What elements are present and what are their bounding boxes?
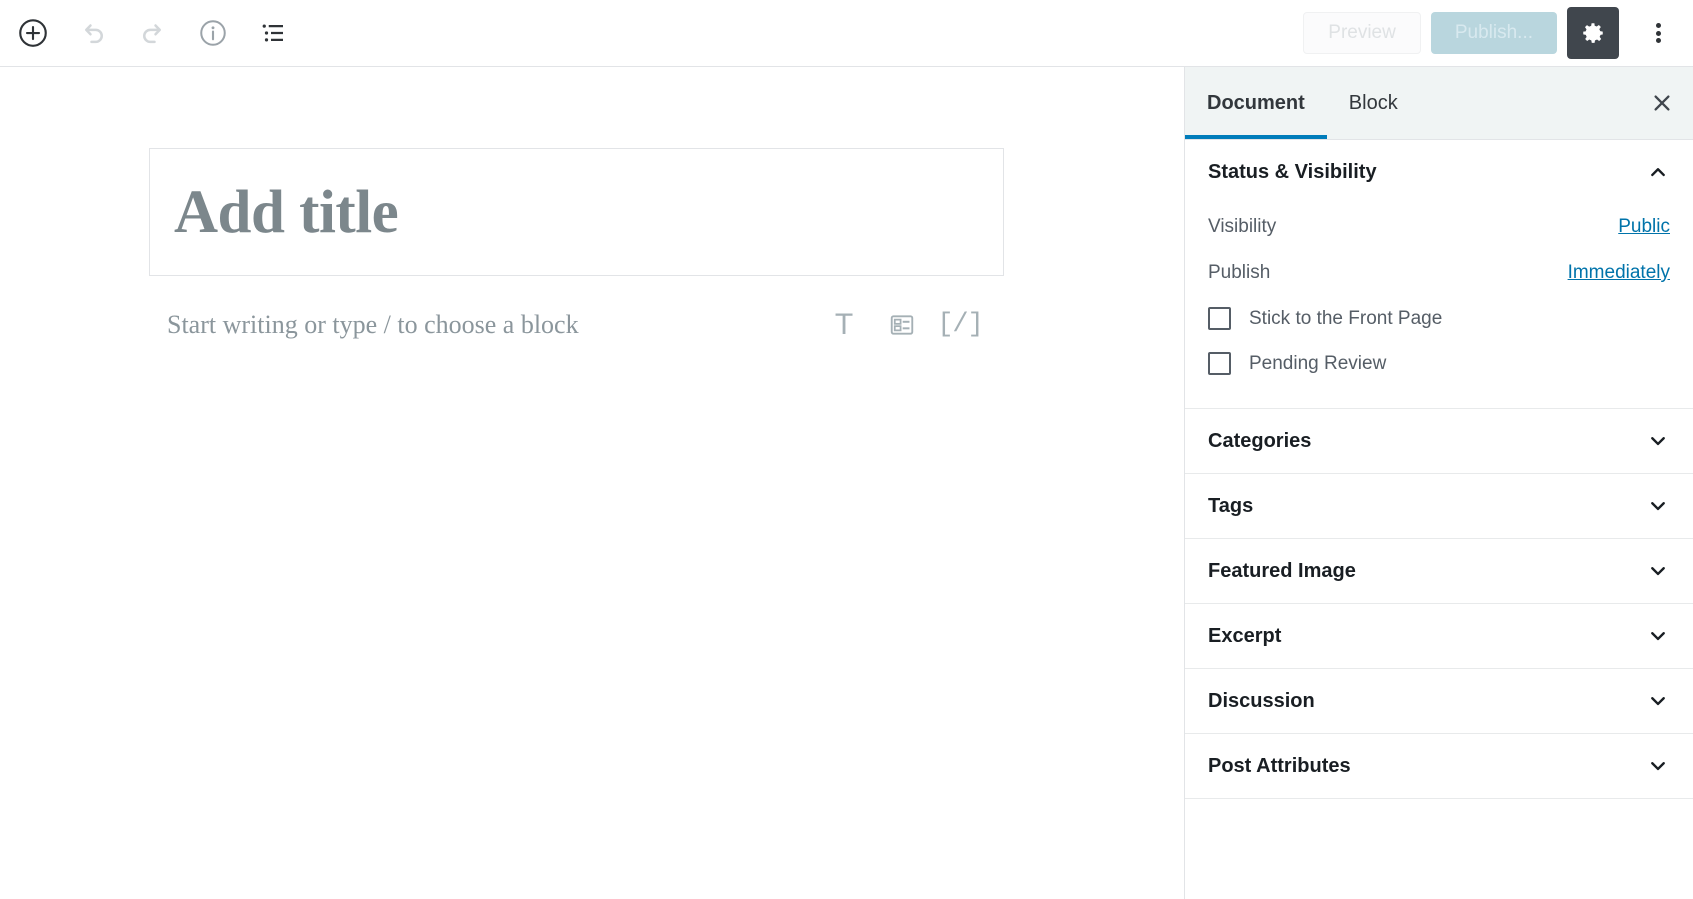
section-status-visibility-header[interactable]: Status & Visibility <box>1185 140 1693 204</box>
section-title: Excerpt <box>1208 624 1282 647</box>
list-view-icon <box>262 24 283 42</box>
section-tags-header[interactable]: Tags <box>1185 474 1693 538</box>
row-publish: Publish Immediately <box>1208 250 1670 296</box>
section-categories-header[interactable]: Categories <box>1185 409 1693 473</box>
post-title-field[interactable]: Add title <box>149 148 1004 276</box>
text-icon: T <box>834 308 854 341</box>
section-featured-image: Featured Image <box>1185 539 1693 604</box>
chevron-up-icon <box>1647 161 1669 183</box>
settings-button[interactable] <box>1567 7 1619 59</box>
undo-button[interactable] <box>70 10 116 56</box>
checkbox-label: Pending Review <box>1249 352 1387 374</box>
publish-button[interactable]: Publish... <box>1430 12 1557 54</box>
sidebar-tabs: Document Block <box>1185 67 1693 140</box>
code-block-button[interactable]: [/] <box>937 307 984 343</box>
visibility-label: Visibility <box>1208 216 1277 237</box>
checkbox-label: Stick to the Front Page <box>1249 307 1443 329</box>
chevron-down-icon <box>1647 430 1669 452</box>
code-icon: [/] <box>937 309 984 340</box>
toolbar-left-group <box>0 10 296 56</box>
section-discussion-header[interactable]: Discussion <box>1185 669 1693 733</box>
toolbar-right-group: Preview Publish... <box>1303 7 1693 59</box>
checkbox-box[interactable] <box>1208 352 1231 375</box>
section-title: Tags <box>1208 494 1254 517</box>
add-block-button[interactable] <box>10 10 56 56</box>
redo-icon <box>143 24 161 44</box>
section-categories: Categories <box>1185 409 1693 474</box>
chevron-down-icon <box>1647 690 1669 712</box>
section-title: Categories <box>1208 429 1312 452</box>
image-block-button[interactable] <box>884 307 920 343</box>
section-status-visibility: Status & Visibility Visibility Public Pu… <box>1185 140 1693 409</box>
paragraph-placeholder: Start writing or type / to choose a bloc… <box>167 310 579 339</box>
info-icon <box>200 20 226 46</box>
vertical-dots-icon <box>1655 21 1661 46</box>
tab-document[interactable]: Document <box>1185 67 1327 139</box>
image-icon <box>890 315 914 335</box>
section-status-visibility-body: Visibility Public Publish Immediately St… <box>1185 204 1693 408</box>
undo-icon <box>85 24 103 44</box>
section-post-attributes: Post Attributes <box>1185 734 1693 799</box>
checkbox-box[interactable] <box>1208 307 1231 330</box>
checkbox-stick-to-front-page[interactable]: Stick to the Front Page <box>1208 296 1670 341</box>
chevron-down-icon <box>1647 560 1669 582</box>
visibility-value-button[interactable]: Public <box>1618 216 1670 238</box>
section-featured-image-header[interactable]: Featured Image <box>1185 539 1693 603</box>
block-navigation-button[interactable] <box>250 10 296 56</box>
paragraph-block-button[interactable]: T <box>826 307 862 343</box>
redo-button[interactable] <box>130 10 176 56</box>
post-title-placeholder: Add title <box>174 178 399 246</box>
chevron-down-icon <box>1647 625 1669 647</box>
quick-block-inserter: T [/] <box>826 307 987 343</box>
preview-button[interactable]: Preview <box>1303 12 1421 54</box>
section-excerpt-header[interactable]: Excerpt <box>1185 604 1693 668</box>
top-toolbar: Preview Publish... <box>0 0 1693 67</box>
default-paragraph-block[interactable]: Start writing or type / to choose a bloc… <box>167 302 987 348</box>
checkbox-pending-review[interactable]: Pending Review <box>1208 341 1670 386</box>
section-title: Post Attributes <box>1208 754 1351 777</box>
close-sidebar-button[interactable] <box>1631 67 1693 139</box>
row-visibility: Visibility Public <box>1208 204 1670 250</box>
section-title: Status & Visibility <box>1208 160 1377 183</box>
tab-block[interactable]: Block <box>1327 67 1420 139</box>
section-title: Discussion <box>1208 689 1315 712</box>
chevron-down-icon <box>1647 495 1669 517</box>
chevron-down-icon <box>1647 755 1669 777</box>
document-settings-sidebar: Document Block Status & Visibility Visib… <box>1184 67 1693 899</box>
content-structure-button[interactable] <box>190 10 236 56</box>
section-excerpt: Excerpt <box>1185 604 1693 669</box>
editor-canvas: Add title Start writing or type / to cho… <box>0 67 1184 899</box>
section-tags: Tags <box>1185 474 1693 539</box>
section-discussion: Discussion <box>1185 669 1693 734</box>
publish-value-button[interactable]: Immediately <box>1568 262 1670 284</box>
plus-circle-icon <box>19 19 47 47</box>
section-post-attributes-header[interactable]: Post Attributes <box>1185 734 1693 798</box>
section-title: Featured Image <box>1208 559 1356 582</box>
gear-icon <box>1583 23 1604 43</box>
more-options-button[interactable] <box>1635 10 1681 56</box>
publish-label: Publish <box>1208 262 1271 283</box>
close-icon <box>1654 95 1670 111</box>
